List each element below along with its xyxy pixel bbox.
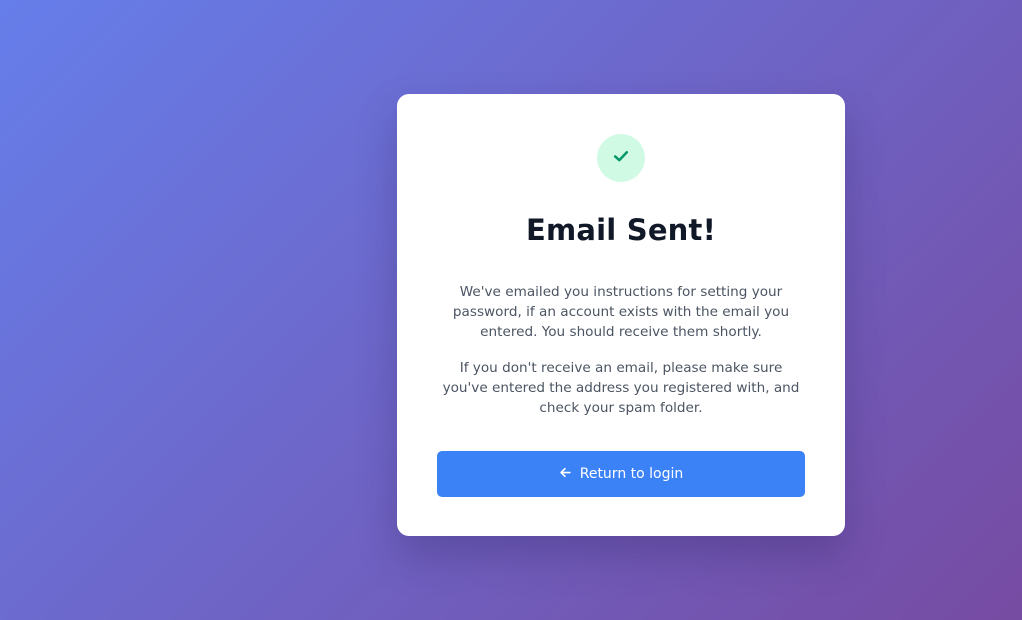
- page-background: { "card": { "icon": "check-icon", "title…: [0, 0, 1022, 620]
- spam-hint-message: If you don't receive an email, please ma…: [442, 360, 800, 416]
- page-title: Email Sent!: [525, 213, 717, 247]
- return-to-login-label: Return to login: [579, 466, 684, 482]
- instructions-message: We've emailed you instructions for setti…: [452, 284, 790, 340]
- return-to-login-button[interactable]: Return to login: [437, 451, 805, 497]
- check-icon: [611, 146, 631, 170]
- email-sent-card: Email Sent! We've emailed you instructio…: [397, 94, 845, 536]
- arrow-left-icon: [559, 466, 572, 479]
- success-icon-circle: [597, 134, 645, 182]
